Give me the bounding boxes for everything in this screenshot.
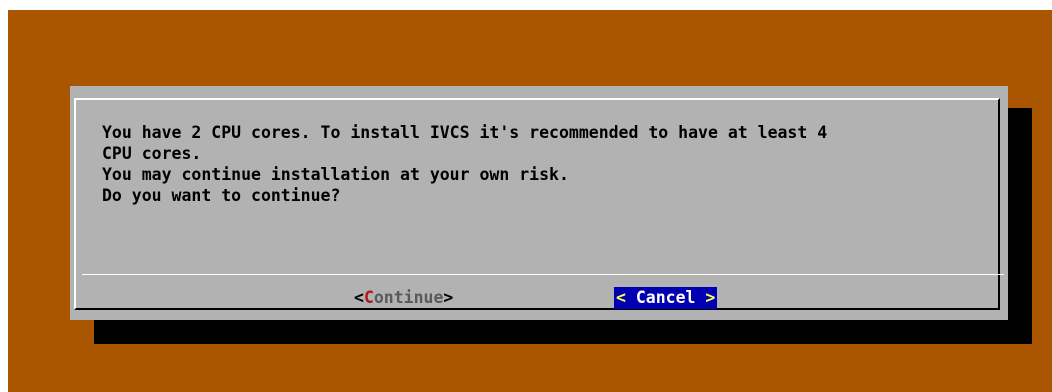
- message-line: You may continue installation at your ow…: [102, 165, 569, 184]
- continue-hotkey: C: [363, 288, 374, 307]
- continue-open-bracket: <: [354, 288, 364, 307]
- button-row: <Continue> < Cancel >: [82, 276, 1004, 320]
- continue-button[interactable]: <Continue>: [354, 287, 453, 309]
- message-line: CPU cores.: [102, 144, 202, 163]
- cancel-button[interactable]: < Cancel >: [614, 287, 718, 309]
- dialog-frame: You have 2 CPU cores. To install IVCS it…: [74, 98, 1004, 310]
- confirmation-dialog: You have 2 CPU cores. To install IVCS it…: [70, 86, 1008, 320]
- cancel-close-bracket: >: [695, 288, 716, 307]
- terminal-background: You have 2 CPU cores. To install IVCS it…: [8, 10, 1052, 392]
- continue-close-bracket: >: [443, 288, 454, 307]
- dialog-message: You have 2 CPU cores. To install IVCS it…: [102, 122, 982, 206]
- continue-label: ontinue: [373, 288, 444, 307]
- message-line: Do you want to continue?: [102, 186, 341, 205]
- cancel-label: Cancel: [635, 288, 696, 307]
- message-line: You have 2 CPU cores. To install IVCS it…: [102, 123, 828, 142]
- button-separator: [82, 274, 1004, 275]
- cancel-open-bracket: <: [616, 288, 636, 307]
